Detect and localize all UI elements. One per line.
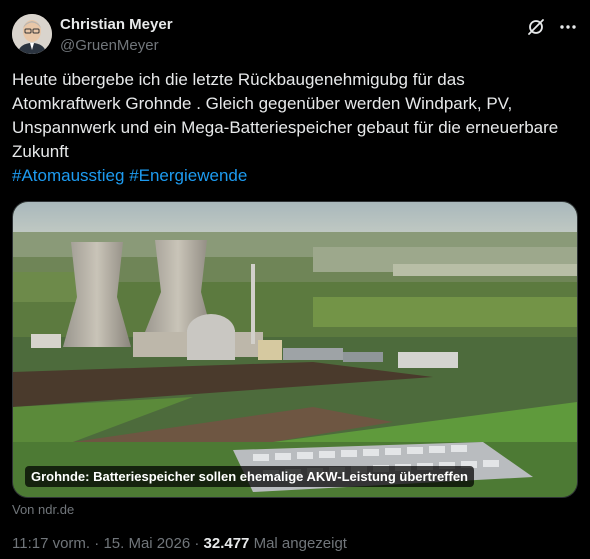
tweet-date[interactable]: 15. Mai 2026 xyxy=(103,535,190,552)
tweet-header: Christian Meyer @GruenMeyer xyxy=(12,12,578,56)
tweet-meta: 11:17 vorm. · 15. Mai 2026 · 32.477 Mal … xyxy=(12,535,347,552)
author-handle[interactable]: @GruenMeyer xyxy=(60,37,159,54)
hashtag-energiewende[interactable]: #Energiewende xyxy=(129,166,247,185)
author-name[interactable]: Christian Meyer xyxy=(60,16,173,33)
meta-separator: · xyxy=(194,535,200,552)
grok-icon[interactable] xyxy=(526,17,546,37)
view-count: 32.477 xyxy=(203,535,250,552)
avatar[interactable] xyxy=(12,14,52,54)
tweet-text: Heute übergebe ich die letzte Rückbaugen… xyxy=(12,70,559,161)
link-card-image[interactable]: Grohnde: Batteriespeicher sollen ehemali… xyxy=(12,201,578,498)
tweet-time[interactable]: 11:17 vorm. xyxy=(12,535,90,552)
more-icon[interactable] xyxy=(558,17,578,37)
hashtag-list: #Atomausstieg #Energiewende xyxy=(12,164,247,188)
view-label: Mal angezeigt xyxy=(253,535,347,552)
link-source[interactable]: Von ndr.de xyxy=(12,502,74,517)
media-caption: Grohnde: Batteriespeicher sollen ehemali… xyxy=(25,466,474,487)
hashtag-atomausstieg[interactable]: #Atomausstieg xyxy=(12,166,124,185)
meta-separator: · xyxy=(94,535,100,552)
